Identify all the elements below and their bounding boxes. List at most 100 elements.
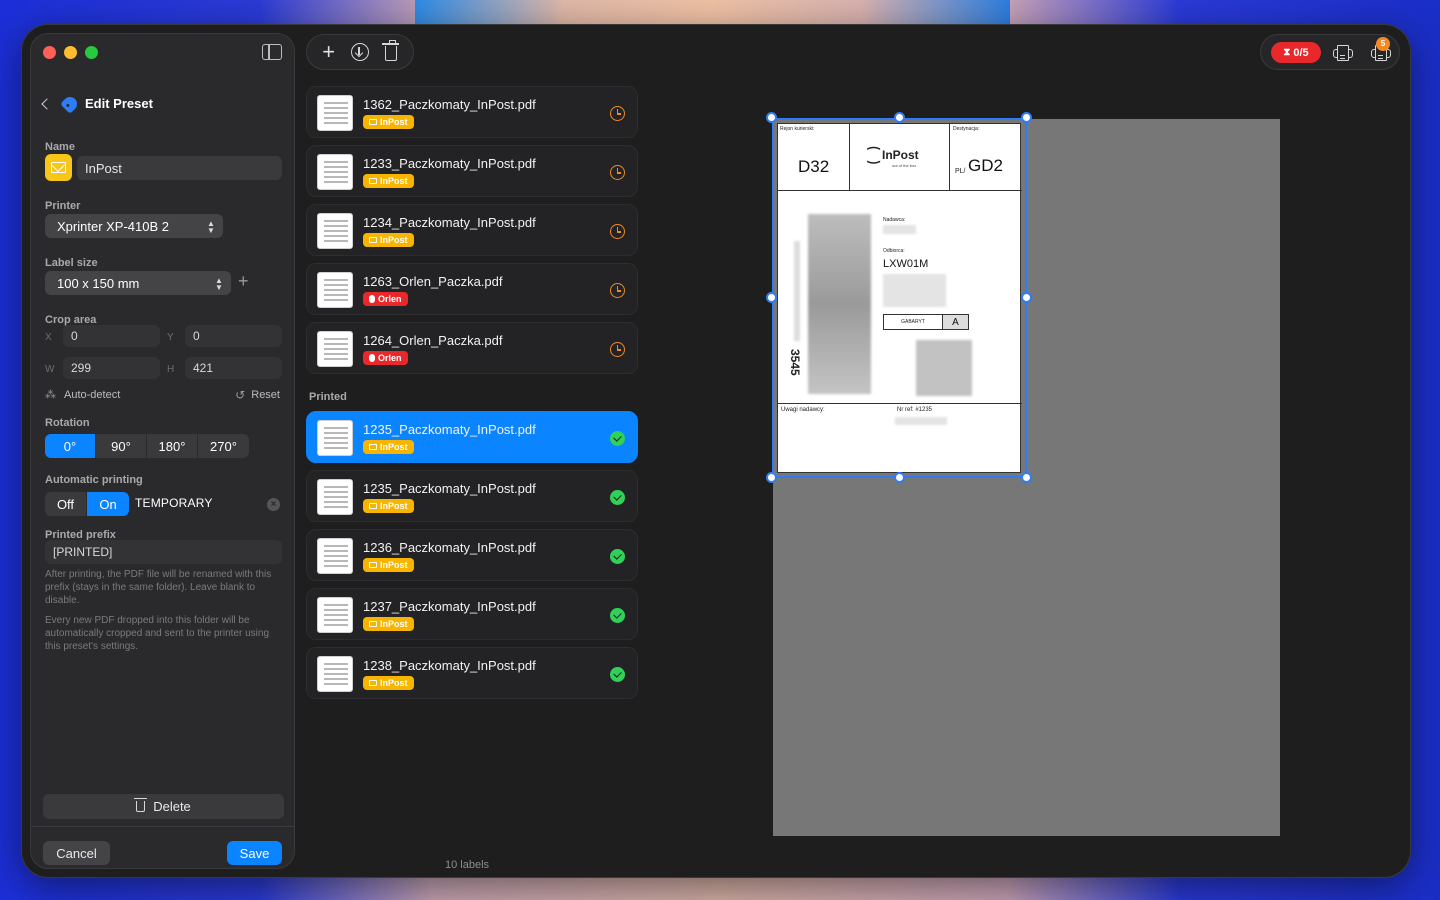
carrier-badge: InPost xyxy=(363,499,414,513)
delete-preset-button[interactable]: Delete xyxy=(43,794,284,819)
printer-select[interactable]: Xprinter XP-410B 2 ▲ ▼ xyxy=(45,214,223,238)
rotation-segmented-control: 0° 90° 180° 270° xyxy=(45,434,249,458)
file-list-item[interactable]: 1263_Orlen_Paczka.pdf Orlen xyxy=(306,263,638,315)
add-label-size-icon[interactable]: + xyxy=(238,271,249,292)
file-name: 1237_Paczkomaty_InPost.pdf xyxy=(363,599,536,614)
pdf-thumbnail xyxy=(317,154,353,190)
reset-arrow-icon: ↺ xyxy=(235,388,246,402)
flame-icon xyxy=(369,354,375,362)
pending-clock-icon xyxy=(610,224,625,239)
auto-print-off[interactable]: Off xyxy=(45,492,87,516)
file-list-item[interactable]: 1237_Paczkomaty_InPost.pdf InPost xyxy=(306,588,638,640)
carrier-badge: InPost xyxy=(363,558,414,572)
printer-icon[interactable] xyxy=(1333,45,1353,61)
crop-handle-bottom[interactable] xyxy=(894,472,905,483)
hourglass-icon: ⧗ xyxy=(1283,47,1291,58)
page-title: Edit Preset xyxy=(85,96,153,111)
crop-handle-top-right[interactable] xyxy=(1021,112,1032,123)
zoom-window-button[interactable] xyxy=(85,46,98,59)
rotation-option-180[interactable]: 180° xyxy=(147,434,198,458)
auto-detect-button[interactable]: ⁂ Auto-detect xyxy=(45,388,121,402)
pending-clock-icon xyxy=(610,283,625,298)
name-input[interactable]: InPost xyxy=(77,156,282,180)
cancel-button[interactable]: Cancel xyxy=(43,841,110,865)
delete-files-button[interactable] xyxy=(380,40,402,63)
file-list-item[interactable]: 1236_Paczkomaty_InPost.pdf InPost xyxy=(306,529,638,581)
crop-handle-right[interactable] xyxy=(1021,292,1032,303)
file-list-item[interactable]: 1235_Paczkomaty_InPost.pdf InPost xyxy=(306,470,638,522)
reset-button[interactable]: ↺ Reset xyxy=(235,388,280,402)
file-name: 1233_Paczkomaty_InPost.pdf xyxy=(363,156,536,171)
envelope-icon xyxy=(369,503,377,509)
carrier-name: InPost xyxy=(380,176,408,186)
trash-icon xyxy=(134,798,148,812)
file-name: 1236_Paczkomaty_InPost.pdf xyxy=(363,540,536,555)
file-list-item[interactable]: 1362_Paczkomaty_InPost.pdf InPost xyxy=(306,86,638,138)
print-queue-badge[interactable]: ⧗ 0/5 xyxy=(1271,42,1321,63)
clear-folder-icon[interactable]: × xyxy=(267,498,280,511)
crop-x-letter: X xyxy=(45,332,52,343)
auto-print-on[interactable]: On xyxy=(87,492,129,516)
file-name: 1362_Paczkomaty_InPost.pdf xyxy=(363,97,536,112)
auto-print-help-text: Every new PDF dropped into this folder w… xyxy=(45,615,270,652)
rotation-option-270[interactable]: 270° xyxy=(198,434,249,458)
carrier-name: Orlen xyxy=(378,353,402,363)
file-list-item[interactable]: 1238_Paczkomaty_InPost.pdf InPost xyxy=(306,647,638,699)
carrier-name: InPost xyxy=(380,117,408,127)
rotation-option-90[interactable]: 90° xyxy=(96,434,147,458)
file-name: 1235_Paczkomaty_InPost.pdf xyxy=(363,481,536,496)
crop-h-input[interactable]: 421 xyxy=(185,357,282,379)
auto-print-label: Automatic printing xyxy=(45,474,143,486)
crop-selection[interactable] xyxy=(772,118,1027,478)
crop-handle-top-left[interactable] xyxy=(766,112,777,123)
crop-x-input[interactable]: 0 xyxy=(63,325,160,347)
printer-label: Printer xyxy=(45,200,81,212)
crop-handle-bottom-right[interactable] xyxy=(1021,472,1032,483)
envelope-icon xyxy=(369,680,377,686)
envelope-icon xyxy=(369,237,377,243)
carrier-name: InPost xyxy=(380,442,408,452)
printed-check-icon xyxy=(610,549,625,564)
label-count: 10 labels xyxy=(445,859,490,871)
add-file-button[interactable]: + xyxy=(318,41,340,63)
label-size-select[interactable]: 100 x 150 mm ▲ ▼ xyxy=(45,271,231,295)
pdf-thumbnail xyxy=(317,95,353,131)
file-list-item[interactable]: 1264_Orlen_Paczka.pdf Orlen xyxy=(306,322,638,374)
sidebar-toggle-icon[interactable] xyxy=(262,44,282,60)
carrier-name: InPost xyxy=(380,560,408,570)
crop-handle-left[interactable] xyxy=(766,292,777,303)
file-name: 1238_Paczkomaty_InPost.pdf xyxy=(363,658,536,673)
crop-w-input[interactable]: 299 xyxy=(63,357,160,379)
printed-check-icon xyxy=(610,608,625,623)
import-button[interactable] xyxy=(349,41,371,63)
crop-handle-bottom-left[interactable] xyxy=(766,472,777,483)
queue-count: 0/5 xyxy=(1293,46,1309,59)
crop-handle-top[interactable] xyxy=(894,112,905,123)
file-toolbar: + xyxy=(306,34,414,70)
file-list-item[interactable]: 1233_Paczkomaty_InPost.pdf InPost xyxy=(306,145,638,197)
envelope-icon xyxy=(51,162,66,173)
crop-y-letter: Y xyxy=(167,332,174,343)
auto-detect-label: Auto-detect xyxy=(64,388,121,401)
file-list-item[interactable]: 1235_Paczkomaty_InPost.pdf InPost xyxy=(306,411,638,463)
printed-section-label: Printed xyxy=(309,391,347,403)
name-label: Name xyxy=(45,141,75,153)
notification-badge: 5 xyxy=(1376,37,1390,51)
file-list-item[interactable]: 1234_Paczkomaty_InPost.pdf InPost xyxy=(306,204,638,256)
file-name: 1234_Paczkomaty_InPost.pdf xyxy=(363,215,536,230)
minimize-window-button[interactable] xyxy=(64,46,77,59)
pdf-thumbnail xyxy=(317,656,353,692)
carrier-name: Orlen xyxy=(378,294,402,304)
carrier-badge: Orlen xyxy=(363,292,408,306)
close-window-button[interactable] xyxy=(43,46,56,59)
crop-y-input[interactable]: 0 xyxy=(185,325,282,347)
preset-color-icon[interactable] xyxy=(45,154,72,181)
carrier-name: InPost xyxy=(380,501,408,511)
watch-folder-name: TEMPORARY xyxy=(135,496,213,510)
prefix-input[interactable]: [PRINTED] xyxy=(45,540,282,564)
flame-icon xyxy=(369,295,375,303)
rotation-option-0[interactable]: 0° xyxy=(45,434,96,458)
envelope-icon xyxy=(369,444,377,450)
back-chevron-icon[interactable] xyxy=(41,97,53,110)
save-button[interactable]: Save xyxy=(227,841,282,865)
